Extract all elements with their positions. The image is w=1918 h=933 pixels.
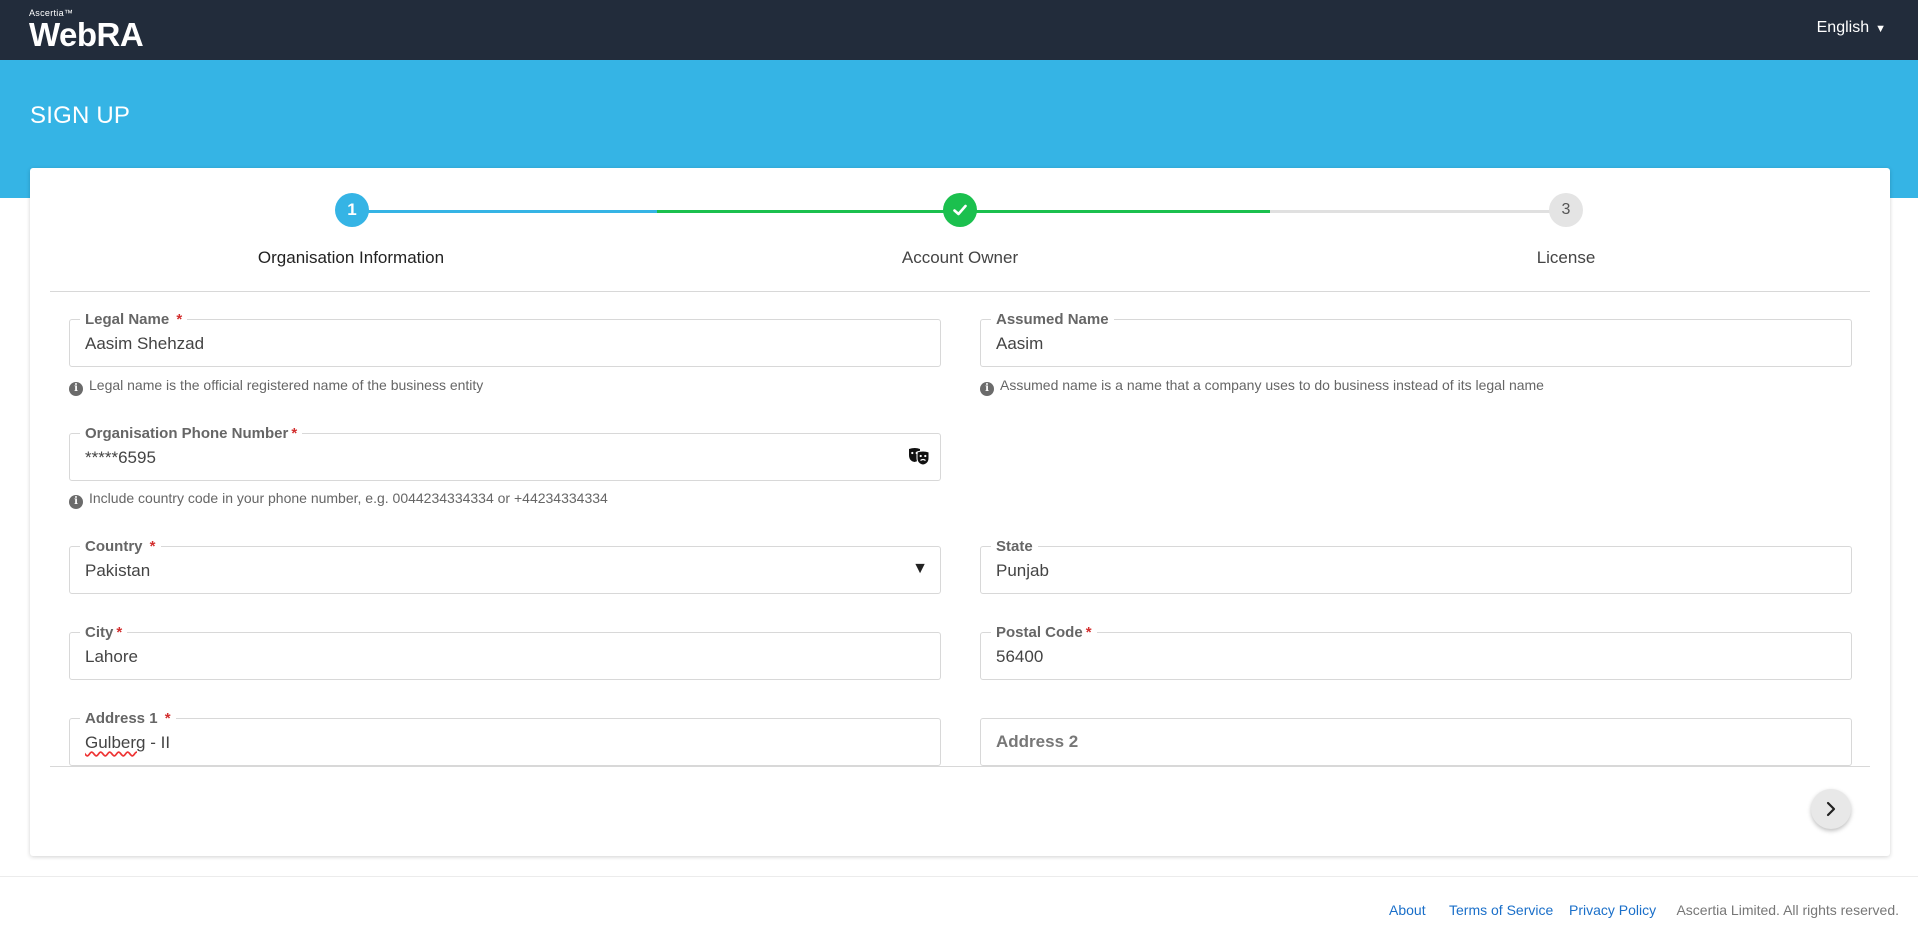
step-connector bbox=[351, 210, 657, 213]
city-field[interactable]: City * Lahore bbox=[69, 624, 941, 680]
legal-name-value[interactable]: Aasim Shehzad bbox=[85, 334, 204, 354]
assumed-name-label: Assumed Name bbox=[991, 311, 1114, 329]
postal-code-label: Postal Code * bbox=[991, 624, 1097, 642]
city-label: City * bbox=[80, 624, 128, 642]
next-step-button[interactable] bbox=[1811, 789, 1851, 829]
step-connector bbox=[657, 210, 964, 213]
privacy-link[interactable]: Privacy Policy bbox=[1569, 902, 1656, 918]
mask-toggle-icon[interactable] bbox=[908, 446, 930, 466]
chevron-right-icon bbox=[1826, 801, 1836, 817]
address2-field[interactable]: Address 2 bbox=[980, 718, 1852, 766]
signup-card: 1 3 Organisation Information Account Own… bbox=[30, 168, 1890, 856]
page-title: SIGN UP bbox=[30, 102, 131, 129]
city-value[interactable]: Lahore bbox=[85, 647, 138, 667]
legal-name-hint: i Legal name is the official registered n… bbox=[69, 377, 483, 396]
logo-product: WebRA bbox=[29, 16, 144, 53]
state-field[interactable]: State Punjab bbox=[980, 538, 1852, 594]
address2-label: Address 2 bbox=[996, 732, 1079, 751]
caret-down-icon: ▼ bbox=[1875, 23, 1886, 35]
webra-logo[interactable]: Ascertia™ WebRA bbox=[29, 8, 144, 53]
phone-field[interactable]: Organisation Phone Number * *****6595 bbox=[69, 425, 941, 481]
step-2-indicator[interactable] bbox=[943, 193, 977, 227]
postal-code-field[interactable]: Postal Code * 56400 bbox=[980, 624, 1852, 680]
about-link[interactable]: About bbox=[1389, 902, 1426, 918]
caret-down-icon[interactable]: ▼ bbox=[912, 560, 928, 578]
state-label: State bbox=[991, 538, 1038, 556]
info-icon: i bbox=[980, 382, 994, 396]
copyright: Ascertia Limited. All rights reserved. bbox=[1676, 902, 1899, 918]
address1-field[interactable]: Address 1 * Gulberg - II bbox=[69, 710, 941, 766]
top-bar: Ascertia™ WebRA English ▼ bbox=[0, 0, 1918, 60]
assumed-name-field[interactable]: Assumed Name Aasim bbox=[980, 311, 1852, 367]
language-selector[interactable]: English ▼ bbox=[1817, 19, 1886, 37]
address1-label: Address 1 * bbox=[80, 710, 176, 728]
step-1-indicator[interactable]: 1 bbox=[335, 193, 369, 227]
step-connector bbox=[964, 210, 1270, 213]
language-label: English bbox=[1816, 19, 1870, 36]
phone-hint: i Include country code in your phone numb… bbox=[69, 490, 608, 509]
step-connector bbox=[1270, 210, 1572, 213]
address1-value[interactable]: Gulberg - II bbox=[85, 733, 170, 753]
info-icon: i bbox=[69, 382, 83, 396]
step-3-indicator[interactable]: 3 bbox=[1549, 193, 1583, 227]
state-value[interactable]: Punjab bbox=[996, 561, 1049, 581]
stepper: 1 3 Organisation Information Account Own… bbox=[50, 168, 1870, 292]
country-label: Country * bbox=[80, 538, 161, 556]
country-value[interactable]: Pakistan bbox=[85, 561, 150, 581]
country-select[interactable]: Country * Pakistan ▼ bbox=[69, 538, 941, 594]
step-3-label[interactable]: License bbox=[1537, 248, 1596, 268]
footer: About Terms of Service Privacy Policy As… bbox=[0, 876, 1918, 933]
step-2-label[interactable]: Account Owner bbox=[902, 248, 1018, 268]
step-1-label[interactable]: Organisation Information bbox=[258, 248, 444, 268]
legal-name-label: Legal Name * bbox=[80, 311, 188, 329]
postal-code-value[interactable]: 56400 bbox=[996, 647, 1043, 667]
assumed-name-hint: i Assumed name is a name that a company u… bbox=[980, 377, 1544, 396]
phone-value[interactable]: *****6595 bbox=[85, 448, 156, 468]
assumed-name-value[interactable]: Aasim bbox=[996, 334, 1043, 354]
organisation-form: Legal Name * Aasim Shehzad i Legal name i… bbox=[50, 293, 1870, 767]
terms-link[interactable]: Terms of Service bbox=[1449, 902, 1553, 918]
legal-name-field[interactable]: Legal Name * Aasim Shehzad bbox=[69, 311, 941, 367]
phone-label: Organisation Phone Number * bbox=[80, 425, 303, 443]
info-icon: i bbox=[69, 495, 83, 509]
checkmark-icon bbox=[953, 204, 967, 216]
